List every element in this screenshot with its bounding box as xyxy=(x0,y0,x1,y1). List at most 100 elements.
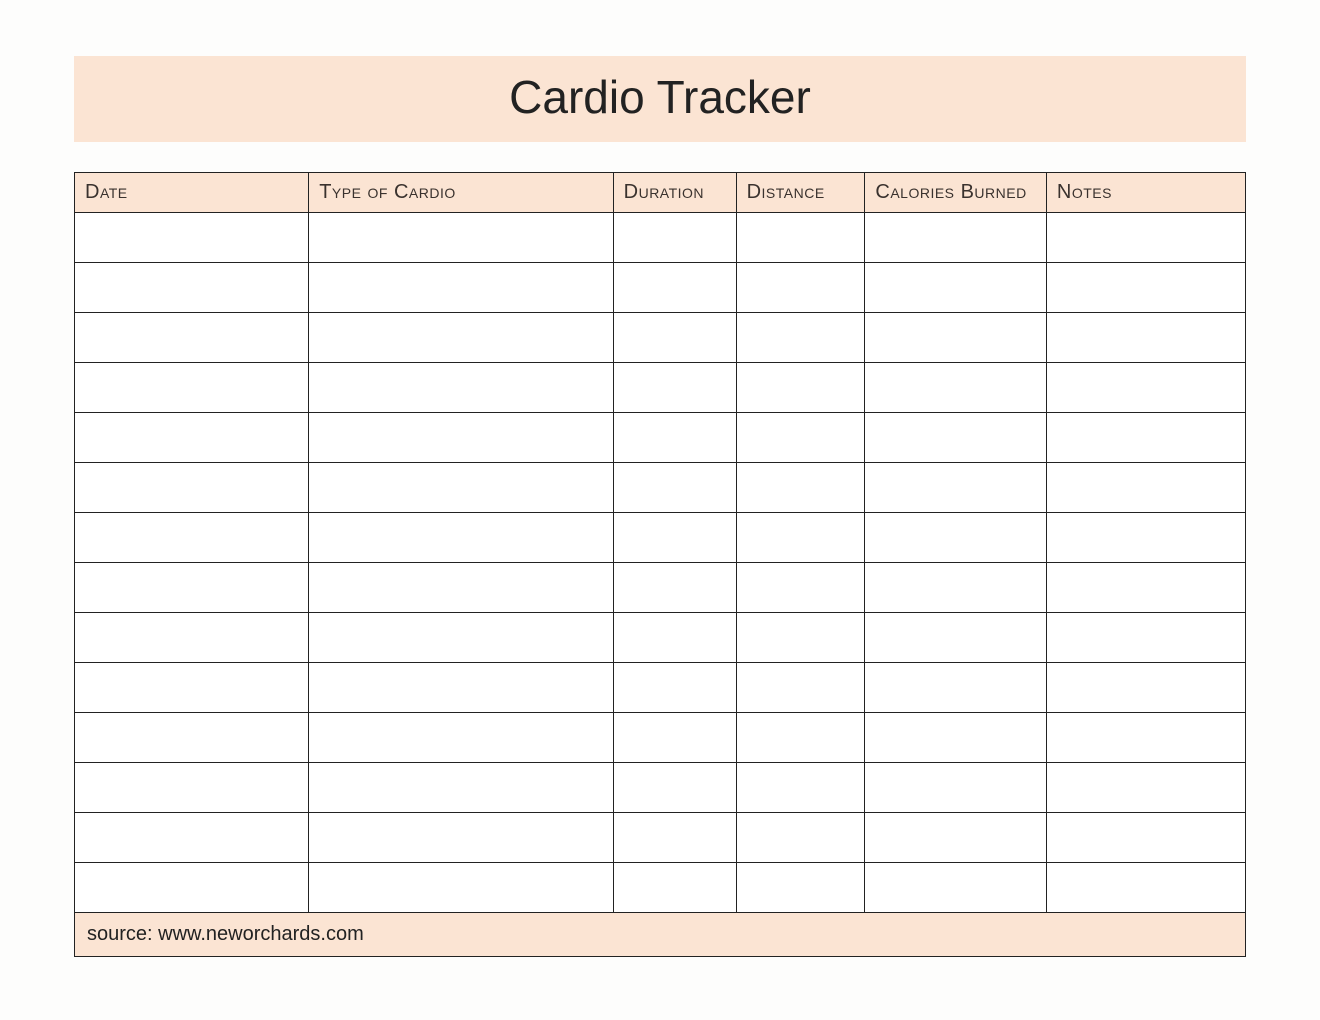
cell-duration[interactable] xyxy=(613,713,736,763)
cell-calories[interactable] xyxy=(865,263,1047,313)
cell-type[interactable] xyxy=(309,313,613,363)
cell-type[interactable] xyxy=(309,663,613,713)
cell-date[interactable] xyxy=(75,513,309,563)
cell-type[interactable] xyxy=(309,263,613,313)
table-row xyxy=(75,613,1246,663)
cell-date[interactable] xyxy=(75,213,309,263)
cell-distance[interactable] xyxy=(736,713,865,763)
cell-date[interactable] xyxy=(75,613,309,663)
cell-notes[interactable] xyxy=(1046,463,1245,513)
cell-distance[interactable] xyxy=(736,263,865,313)
cell-date[interactable] xyxy=(75,413,309,463)
table-row xyxy=(75,213,1246,263)
cell-calories[interactable] xyxy=(865,413,1047,463)
cell-notes[interactable] xyxy=(1046,663,1245,713)
cell-duration[interactable] xyxy=(613,263,736,313)
table-body xyxy=(75,213,1246,913)
cell-duration[interactable] xyxy=(613,363,736,413)
cell-duration[interactable] xyxy=(613,413,736,463)
cell-duration[interactable] xyxy=(613,313,736,363)
cell-duration[interactable] xyxy=(613,763,736,813)
cell-duration[interactable] xyxy=(613,813,736,863)
cell-duration[interactable] xyxy=(613,513,736,563)
cell-notes[interactable] xyxy=(1046,863,1245,913)
cell-distance[interactable] xyxy=(736,613,865,663)
cell-distance[interactable] xyxy=(736,663,865,713)
cell-date[interactable] xyxy=(75,813,309,863)
cell-distance[interactable] xyxy=(736,563,865,613)
cell-type[interactable] xyxy=(309,213,613,263)
cell-distance[interactable] xyxy=(736,213,865,263)
col-header-calories: Calories Burned xyxy=(865,173,1047,213)
cell-type[interactable] xyxy=(309,863,613,913)
col-header-date: Date xyxy=(75,173,309,213)
cell-calories[interactable] xyxy=(865,463,1047,513)
cell-distance[interactable] xyxy=(736,513,865,563)
page-title: Cardio Tracker xyxy=(74,70,1246,124)
cell-distance[interactable] xyxy=(736,863,865,913)
cell-notes[interactable] xyxy=(1046,813,1245,863)
cell-calories[interactable] xyxy=(865,513,1047,563)
table-row xyxy=(75,713,1246,763)
cell-type[interactable] xyxy=(309,613,613,663)
tracker-table: Date Type of Cardio Duration Distance Ca… xyxy=(74,172,1246,957)
cell-calories[interactable] xyxy=(865,363,1047,413)
table-row xyxy=(75,463,1246,513)
cell-date[interactable] xyxy=(75,663,309,713)
cell-notes[interactable] xyxy=(1046,713,1245,763)
table-row xyxy=(75,363,1246,413)
cell-date[interactable] xyxy=(75,563,309,613)
table-row xyxy=(75,763,1246,813)
cell-type[interactable] xyxy=(309,413,613,463)
cell-distance[interactable] xyxy=(736,363,865,413)
cell-type[interactable] xyxy=(309,363,613,413)
table-header-row: Date Type of Cardio Duration Distance Ca… xyxy=(75,173,1246,213)
cell-date[interactable] xyxy=(75,263,309,313)
cell-calories[interactable] xyxy=(865,213,1047,263)
cell-duration[interactable] xyxy=(613,663,736,713)
cell-notes[interactable] xyxy=(1046,763,1245,813)
cell-calories[interactable] xyxy=(865,313,1047,363)
tracker-document: Cardio Tracker Date Type of Cardio Durat… xyxy=(0,0,1320,1020)
cell-distance[interactable] xyxy=(736,413,865,463)
cell-duration[interactable] xyxy=(613,863,736,913)
cell-notes[interactable] xyxy=(1046,613,1245,663)
cell-duration[interactable] xyxy=(613,213,736,263)
cell-date[interactable] xyxy=(75,713,309,763)
cell-type[interactable] xyxy=(309,763,613,813)
cell-calories[interactable] xyxy=(865,813,1047,863)
cell-duration[interactable] xyxy=(613,563,736,613)
cell-distance[interactable] xyxy=(736,463,865,513)
cell-notes[interactable] xyxy=(1046,263,1245,313)
cell-calories[interactable] xyxy=(865,763,1047,813)
cell-calories[interactable] xyxy=(865,563,1047,613)
cell-type[interactable] xyxy=(309,463,613,513)
cell-date[interactable] xyxy=(75,313,309,363)
cell-type[interactable] xyxy=(309,813,613,863)
cell-duration[interactable] xyxy=(613,463,736,513)
table-footer-row: source: www.neworchards.com xyxy=(75,913,1246,957)
col-header-duration: Duration xyxy=(613,173,736,213)
cell-notes[interactable] xyxy=(1046,413,1245,463)
cell-notes[interactable] xyxy=(1046,363,1245,413)
cell-date[interactable] xyxy=(75,463,309,513)
cell-date[interactable] xyxy=(75,763,309,813)
cell-duration[interactable] xyxy=(613,613,736,663)
cell-notes[interactable] xyxy=(1046,513,1245,563)
cell-distance[interactable] xyxy=(736,763,865,813)
cell-date[interactable] xyxy=(75,863,309,913)
cell-calories[interactable] xyxy=(865,613,1047,663)
cell-type[interactable] xyxy=(309,513,613,563)
cell-date[interactable] xyxy=(75,363,309,413)
table-row xyxy=(75,313,1246,363)
cell-distance[interactable] xyxy=(736,313,865,363)
cell-notes[interactable] xyxy=(1046,313,1245,363)
cell-notes[interactable] xyxy=(1046,563,1245,613)
cell-calories[interactable] xyxy=(865,863,1047,913)
cell-notes[interactable] xyxy=(1046,213,1245,263)
cell-type[interactable] xyxy=(309,563,613,613)
cell-type[interactable] xyxy=(309,713,613,763)
cell-calories[interactable] xyxy=(865,663,1047,713)
cell-calories[interactable] xyxy=(865,713,1047,763)
cell-distance[interactable] xyxy=(736,813,865,863)
